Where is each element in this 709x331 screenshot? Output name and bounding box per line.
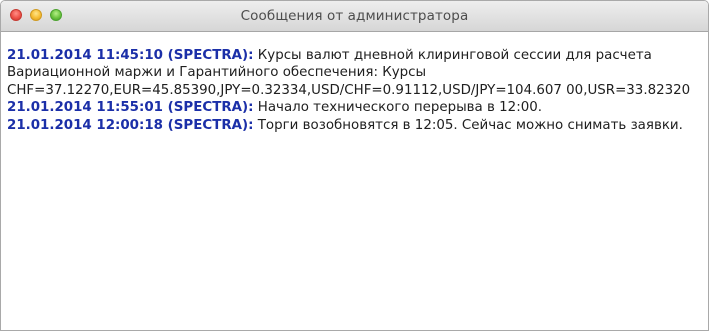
message-item: 21.01.2014 11:55:01 (SPECTRA): Начало те… (7, 99, 700, 116)
window-title: Сообщения от администратора (240, 8, 469, 24)
message-text: Торги возобновятся в 12:05. Сейчас можно… (253, 117, 683, 133)
message-timestamp: 21.01.2014 11:45:10 (SPECTRA): (7, 48, 254, 63)
messages-panel: 21.01.2014 11:45:10 (SPECTRA): Курсы вал… (1, 32, 708, 330)
message-item: 21.01.2014 12:00:18 (SPECTRA): Торги воз… (7, 117, 700, 134)
message-text: Начало технического перерыва в 12:00. (253, 100, 543, 116)
messages-list: 21.01.2014 11:45:10 (SPECTRA): Курсы вал… (1, 32, 708, 134)
title-bar[interactable]: Сообщения от администратора (1, 1, 708, 32)
message-item: 21.01.2014 11:45:10 (SPECTRA): Курсы вал… (7, 47, 700, 99)
message-timestamp: 21.01.2014 12:00:18 (SPECTRA): (7, 117, 254, 133)
message-timestamp: 21.01.2014 11:55:01 (SPECTRA): (7, 100, 254, 116)
admin-messages-window: Сообщения от администратора 21.01.2014 1… (0, 0, 709, 331)
